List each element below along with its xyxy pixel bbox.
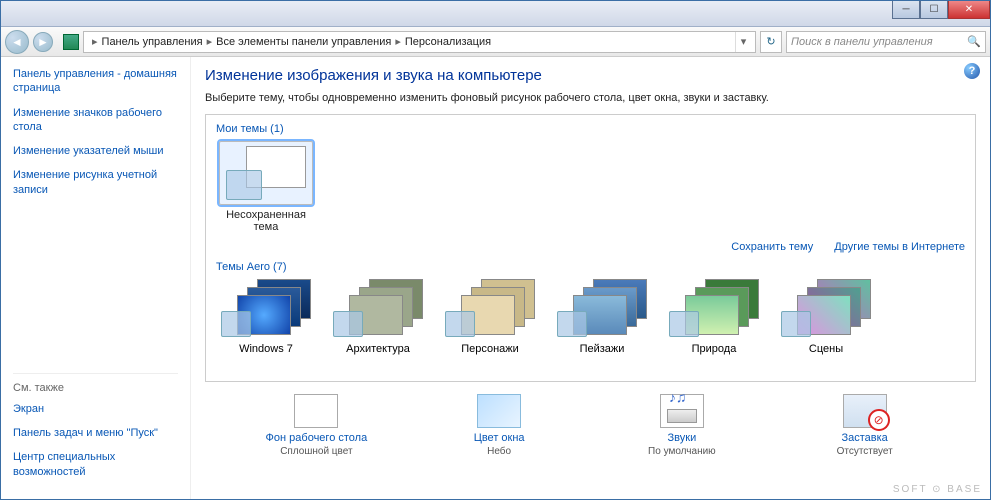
aero-theme-item[interactable]: Сцены bbox=[776, 279, 876, 355]
online-themes-link[interactable]: Другие темы в Интернете bbox=[834, 241, 965, 253]
save-theme-link[interactable]: Сохранить тему bbox=[731, 241, 813, 253]
see-also-taskbar[interactable]: Панель задач и меню "Пуск" bbox=[13, 426, 178, 440]
bottom-sub: Сплошной цвет bbox=[236, 446, 396, 457]
aero-theme-label: Природа bbox=[692, 343, 737, 355]
aero-theme-label: Windows 7 bbox=[239, 343, 293, 355]
page-title: Изменение изображения и звука на компьют… bbox=[205, 67, 976, 84]
bottom-sub: Небо bbox=[419, 446, 579, 457]
aero-theme-label: Пейзажи bbox=[580, 343, 625, 355]
help-icon[interactable]: ? bbox=[964, 63, 980, 79]
nav-forward-button[interactable]: ► bbox=[33, 32, 53, 52]
page-description: Выберите тему, чтобы одновременно измени… bbox=[205, 92, 976, 104]
aero-theme-item[interactable]: Пейзажи bbox=[552, 279, 652, 355]
bottom-setting-item: Заставка Отсутствует bbox=[785, 394, 945, 457]
snd-icon[interactable] bbox=[660, 394, 704, 428]
theme-item-unsaved[interactable]: Несохраненная тема bbox=[216, 141, 316, 233]
chevron-right-icon: ▸ bbox=[203, 35, 217, 48]
bottom-sub: По умолчанию bbox=[602, 446, 762, 457]
breadcrumb-dropdown[interactable]: ▾ bbox=[735, 32, 751, 52]
nav-back-button[interactable]: ◄ bbox=[5, 30, 29, 54]
aero-theme-label: Сцены bbox=[809, 343, 843, 355]
sidebar: Панель управления - домашняя страница Из… bbox=[1, 57, 191, 499]
aero-thumbnail bbox=[443, 279, 537, 339]
aero-theme-item[interactable]: Природа bbox=[664, 279, 764, 355]
my-themes-header: Мои темы (1) bbox=[216, 123, 965, 135]
see-also-ease-of-access[interactable]: Центр специальных возможностей bbox=[13, 450, 178, 479]
bottom-setting-item: Звуки По умолчанию bbox=[602, 394, 762, 457]
sidebar-link-account-picture[interactable]: Изменение рисунка учетной записи bbox=[13, 168, 178, 197]
theme-label: Несохраненная тема bbox=[226, 209, 306, 233]
navbar: ◄ ► ▸ Панель управления ▸ Все элементы п… bbox=[1, 27, 990, 57]
bottom-sub: Отсутствует bbox=[785, 446, 945, 457]
aero-themes-header: Темы Aero (7) bbox=[216, 261, 965, 273]
see-also-display[interactable]: Экран bbox=[13, 402, 178, 416]
main-panel: ? Изменение изображения и звука на компь… bbox=[191, 57, 990, 499]
watermark: SOFT ⊙ BASE bbox=[893, 484, 982, 495]
theme-thumbnail bbox=[219, 141, 313, 205]
chevron-right-icon: ▸ bbox=[391, 35, 405, 48]
bottom-settings-row: Фон рабочего стола Сплошной цвет Цвет окна… bbox=[205, 394, 976, 457]
bottom-link[interactable]: Звуки bbox=[602, 432, 762, 444]
search-icon[interactable]: 🔍 bbox=[967, 35, 981, 48]
sidebar-link-mouse-pointers[interactable]: Изменение указателей мыши bbox=[13, 144, 178, 158]
breadcrumb[interactable]: ▸ Панель управления ▸ Все элементы панел… bbox=[83, 31, 756, 53]
aero-themes-row: Windows 7 Архитектура Персонажи Пейзажи Прир… bbox=[216, 279, 965, 355]
color-icon[interactable] bbox=[477, 394, 521, 428]
bottom-link[interactable]: Фон рабочего стола bbox=[236, 432, 396, 444]
refresh-button[interactable]: ↻ bbox=[760, 31, 782, 53]
bottom-link[interactable]: Цвет окна bbox=[419, 432, 579, 444]
bottom-setting-item: Цвет окна Небо bbox=[419, 394, 579, 457]
chevron-right-icon: ▸ bbox=[88, 35, 102, 48]
bottom-link[interactable]: Заставка bbox=[785, 432, 945, 444]
my-themes-row: Несохраненная тема bbox=[216, 141, 965, 233]
breadcrumb-item[interactable]: Персонализация bbox=[405, 36, 491, 48]
aero-theme-item[interactable]: Windows 7 bbox=[216, 279, 316, 355]
sidebar-link-home[interactable]: Панель управления - домашняя страница bbox=[13, 67, 178, 96]
search-placeholder: Поиск в панели управления bbox=[791, 36, 933, 48]
window: ─ ☐ ✕ ◄ ► ▸ Панель управления ▸ Все элем… bbox=[0, 0, 991, 500]
scr-icon[interactable] bbox=[843, 394, 887, 428]
content: Панель управления - домашняя страница Из… bbox=[1, 57, 990, 499]
theme-links-row: Сохранить тему Другие темы в Интернете bbox=[216, 241, 965, 253]
aero-theme-item[interactable]: Архитектура bbox=[328, 279, 428, 355]
aero-thumbnail bbox=[219, 279, 313, 339]
aero-theme-label: Персонажи bbox=[461, 343, 519, 355]
aero-thumbnail bbox=[779, 279, 873, 339]
aero-thumbnail bbox=[555, 279, 649, 339]
sidebar-link-desktop-icons[interactable]: Изменение значков рабочего стола bbox=[13, 106, 178, 135]
breadcrumb-item[interactable]: Все элементы панели управления bbox=[216, 36, 391, 48]
aero-thumbnail bbox=[667, 279, 761, 339]
minimize-button[interactable]: ─ bbox=[892, 1, 920, 19]
aero-theme-item[interactable]: Персонажи bbox=[440, 279, 540, 355]
wp-icon[interactable] bbox=[294, 394, 338, 428]
see-also-header: См. также bbox=[13, 373, 178, 394]
control-panel-icon bbox=[63, 34, 79, 50]
close-button[interactable]: ✕ bbox=[948, 1, 990, 19]
titlebar: ─ ☐ ✕ bbox=[1, 1, 990, 27]
aero-theme-label: Архитектура bbox=[346, 343, 410, 355]
search-input[interactable]: Поиск в панели управления 🔍 bbox=[786, 31, 986, 53]
themes-panel: Мои темы (1) Несохраненная тема Сохранит… bbox=[205, 114, 976, 382]
maximize-button[interactable]: ☐ bbox=[920, 1, 948, 19]
breadcrumb-item[interactable]: Панель управления bbox=[102, 36, 203, 48]
aero-thumbnail bbox=[331, 279, 425, 339]
window-controls: ─ ☐ ✕ bbox=[892, 1, 990, 19]
bottom-setting-item: Фон рабочего стола Сплошной цвет bbox=[236, 394, 396, 457]
